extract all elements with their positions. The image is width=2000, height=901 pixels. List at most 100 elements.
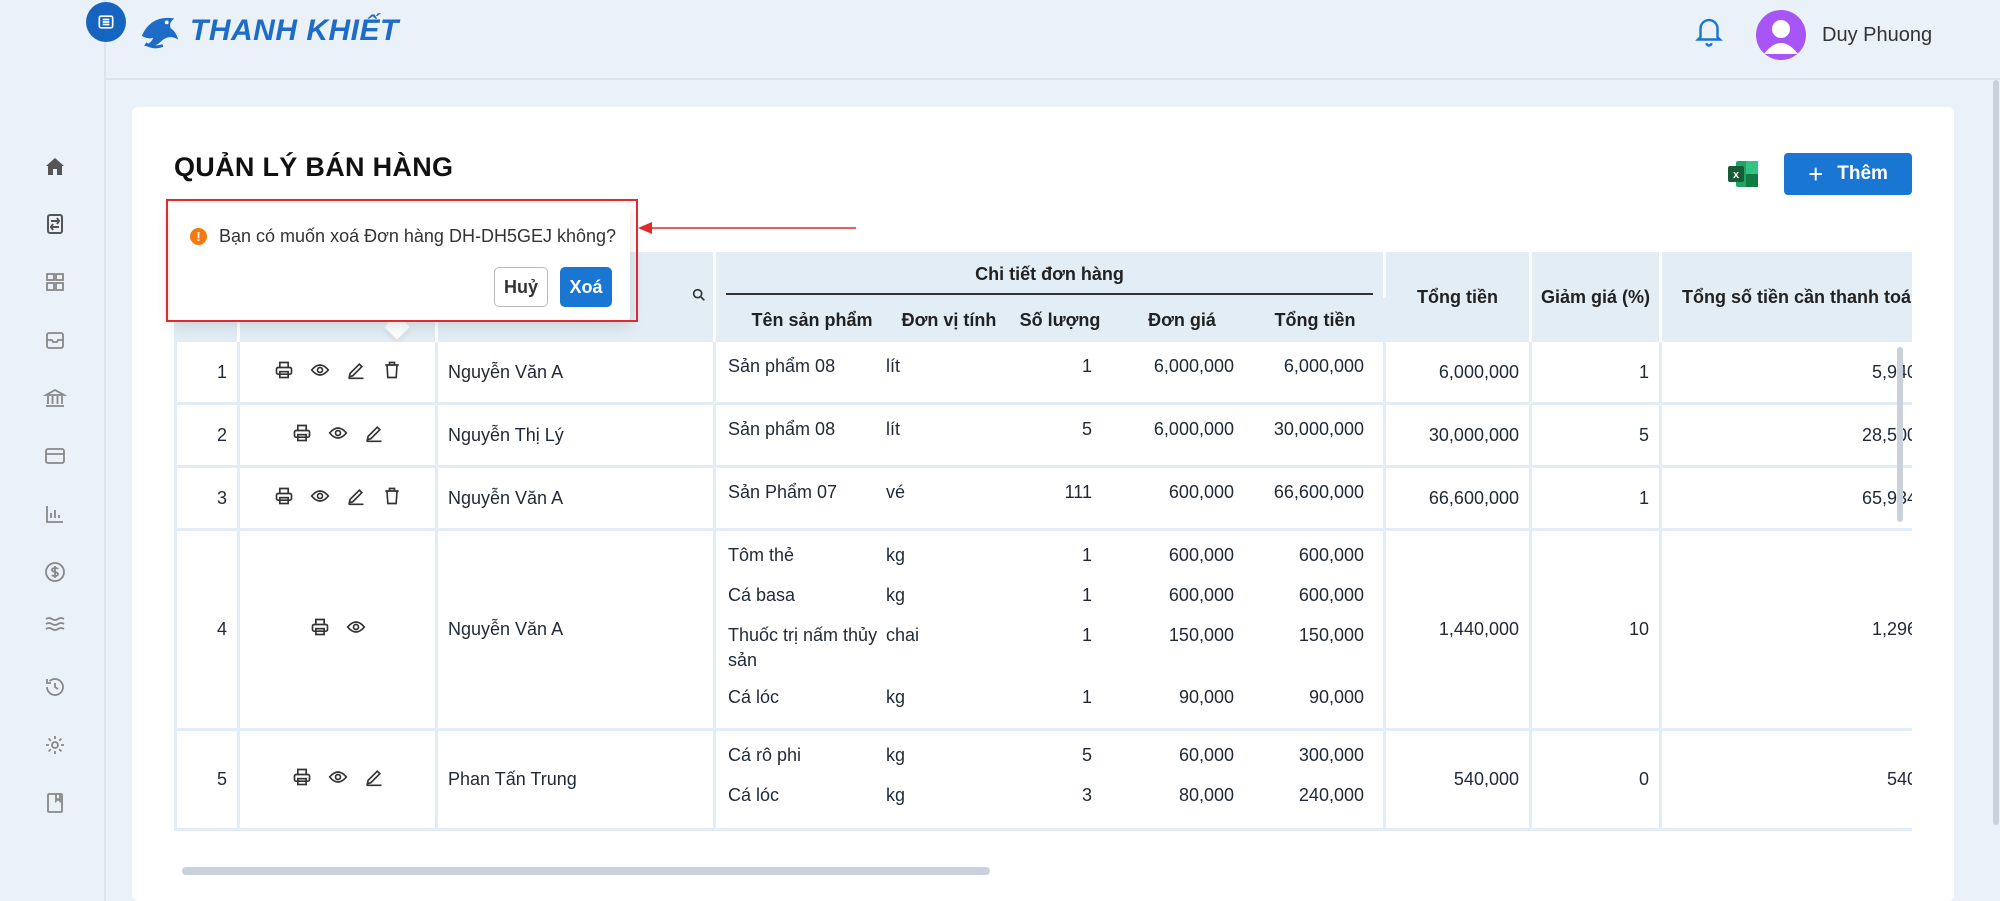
order-detail-cell: Tôm thẻ kg 1 600,000 600,000 Cá basa kg 1 600,00… <box>716 531 1386 731</box>
item-unit-price: 90,000 <box>1178 687 1234 707</box>
subheader-product-name: Tên sản phẩm <box>751 309 873 330</box>
view-icon[interactable] <box>310 360 330 385</box>
user-icon <box>1764 20 1798 54</box>
item-unit-price: 600,000 <box>1168 482 1234 502</box>
item-total: 66,600,000 <box>1273 482 1364 502</box>
table-row: 1 Nguyễn Văn A Sản phẩm 08 lít 1 6,000,000 6,0… <box>174 342 1912 405</box>
customer-name: Nguyễn Văn A <box>438 531 716 731</box>
row-index: 1 <box>174 342 240 405</box>
item-unit: kg <box>886 745 906 765</box>
popconfirm-message: Bạn có muốn xoá Đơn hàng DH-DH5GEJ không… <box>219 226 617 246</box>
orders-icon[interactable] <box>40 209 70 239</box>
customer-name: Nguyễn Thị Lý <box>438 405 716 468</box>
print-icon[interactable] <box>274 360 294 385</box>
delete-icon[interactable] <box>382 360 402 385</box>
print-icon[interactable] <box>292 767 312 792</box>
table-horizontal-scrollbar[interactable] <box>182 867 990 875</box>
dashboard-icon[interactable] <box>40 267 70 297</box>
username[interactable]: Duy Phuong <box>1822 24 1932 47</box>
view-icon[interactable] <box>310 486 330 511</box>
page-scrollbar[interactable] <box>1993 80 1999 825</box>
order-total: 6,000,000 <box>1386 342 1532 405</box>
col-header-discount: Giảm giá (%) <box>1532 252 1662 342</box>
print-icon[interactable] <box>292 423 312 448</box>
table-vertical-scrollbar[interactable] <box>1897 347 1903 522</box>
item-unit: vé <box>886 482 906 502</box>
order-item: Tôm thẻ kg 1 600,000 600,000 <box>716 531 1383 571</box>
order-detail-cell: Cá rô phi kg 5 60,000 300,000 Cá lóc kg 3 80,000… <box>716 731 1386 831</box>
subheader-unit: Đơn vị tính <box>901 309 997 330</box>
order-discount: 1 <box>1532 468 1662 531</box>
item-total: 600,000 <box>1298 585 1364 605</box>
customer-name: Nguyễn Văn A <box>438 342 716 405</box>
book-icon[interactable] <box>40 788 70 818</box>
row-index: 3 <box>174 468 240 531</box>
order-item: Sản Phẩm 07 vé 111 600,000 66,600,000 <box>716 468 1383 508</box>
annotation-arrow <box>638 222 856 234</box>
page-title: QUẢN LÝ BÁN HÀNG <box>174 152 454 182</box>
history-icon[interactable] <box>40 672 70 702</box>
inbox-icon[interactable] <box>40 325 70 355</box>
chart-icon[interactable] <box>40 499 70 529</box>
cancel-button[interactable]: Huỷ <box>494 267 548 307</box>
home-icon[interactable] <box>40 152 70 182</box>
waves-icon[interactable] <box>40 609 70 639</box>
table-row: 4 Nguyễn Văn A Tôm thẻ kg 1 600,000 600,000 Cá … <box>174 531 1912 731</box>
col-header-order-detail: Chi tiết đơn hàng <box>716 252 1386 298</box>
svg-text:x: x <box>1733 169 1740 181</box>
edit-icon[interactable] <box>346 360 366 385</box>
item-quantity: 1 <box>1081 545 1092 565</box>
settings-icon[interactable] <box>40 730 70 760</box>
edit-icon[interactable] <box>364 423 384 448</box>
card-icon[interactable] <box>40 441 70 471</box>
plus-icon: + <box>1808 159 1824 189</box>
item-quantity: 3 <box>1081 785 1092 805</box>
row-index: 4 <box>174 531 240 731</box>
item-quantity: 1 <box>1081 356 1092 376</box>
view-icon[interactable] <box>328 767 348 792</box>
excel-export-icon[interactable]: x <box>1726 159 1760 189</box>
sidebar <box>0 0 106 901</box>
edit-icon[interactable] <box>346 486 366 511</box>
view-icon[interactable] <box>346 617 366 642</box>
user-avatar[interactable] <box>1756 10 1806 60</box>
bank-icon[interactable] <box>40 383 70 413</box>
item-unit: lít <box>886 419 901 439</box>
edit-icon[interactable] <box>364 767 384 792</box>
item-unit-price: 150,000 <box>1168 625 1234 645</box>
delete-icon[interactable] <box>382 486 402 511</box>
brand-logo[interactable]: THANH KHIẾT <box>136 6 399 56</box>
search-icon[interactable] <box>691 287 707 303</box>
view-icon[interactable] <box>328 423 348 448</box>
print-icon[interactable] <box>310 617 330 642</box>
item-name: Sản phẩm 08 <box>728 356 836 376</box>
confirm-delete-button[interactable]: Xoá <box>560 267 612 307</box>
item-name: Sản Phẩm 07 <box>728 482 838 502</box>
notification-bell-icon[interactable] <box>1694 14 1730 54</box>
menu-toggle-button[interactable] <box>86 2 126 42</box>
item-total: 240,000 <box>1298 785 1364 805</box>
row-actions <box>240 531 438 731</box>
add-button-label: Thêm <box>1837 163 1888 184</box>
print-icon[interactable] <box>274 486 294 511</box>
item-quantity: 1 <box>1081 625 1092 645</box>
order-discount: 10 <box>1532 531 1662 731</box>
dollar-icon[interactable] <box>40 557 70 587</box>
item-quantity: 1 <box>1081 585 1092 605</box>
order-total: 30,000,000 <box>1386 405 1532 468</box>
item-unit-price: 6,000,000 <box>1153 356 1234 376</box>
order-payable: 5,940 <box>1662 342 1912 405</box>
item-name: Cá lóc <box>728 687 780 707</box>
orders-table: Chi tiết đơn hàng Tổng tiền Giảm giá (%)… <box>174 252 1912 862</box>
table-row: 5 Phan Tấn Trung Cá rô phi kg 5 60,000 300,000… <box>174 731 1912 831</box>
order-item: Cá basa kg 1 600,000 600,000 <box>716 571 1383 611</box>
top-header: THANH KHIẾT Duy Phuong <box>106 0 2000 80</box>
item-name: Cá basa <box>728 585 796 605</box>
item-name: Cá lóc <box>728 785 780 805</box>
order-detail-title: Chi tiết đơn hàng <box>726 264 1373 295</box>
subheader-unit-price: Đơn giá <box>1148 309 1216 330</box>
item-total: 300,000 <box>1298 745 1364 765</box>
order-detail-cell: Sản Phẩm 07 vé 111 600,000 66,600,000 <box>716 468 1386 531</box>
item-quantity: 111 <box>1064 482 1092 502</box>
add-button[interactable]: + Thêm <box>1784 153 1912 195</box>
